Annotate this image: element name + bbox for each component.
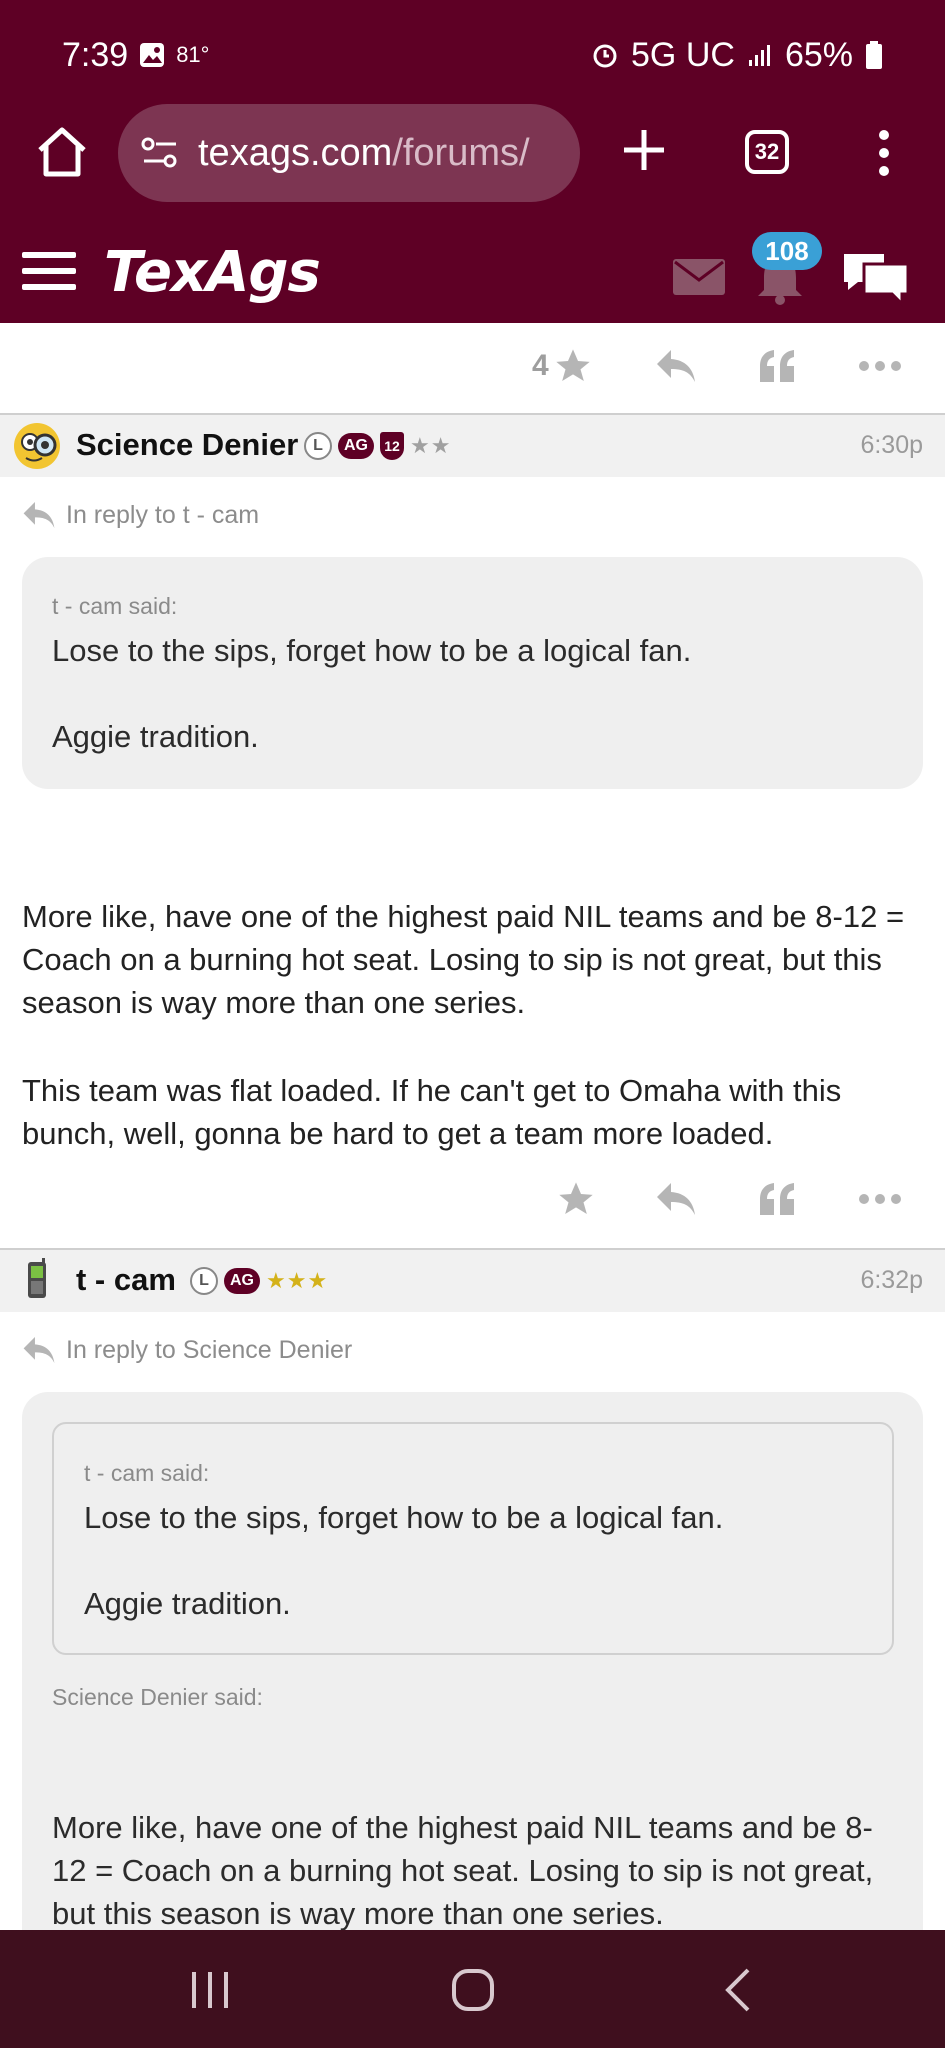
more-icon — [859, 361, 901, 371]
home-nav-icon[interactable] — [443, 1960, 503, 2020]
badge-l: L — [304, 432, 332, 460]
more-button[interactable] — [858, 343, 902, 389]
back-icon[interactable] — [710, 1960, 770, 2020]
quote-line: Aggie tradition. — [52, 719, 259, 754]
quote-line: Lose to the sips, forget how to be a log… — [52, 633, 692, 668]
post-header: Science Denier L AG 12 ★★ 6:30p — [0, 413, 945, 477]
network-label: 5G UC — [631, 35, 735, 74]
battery-icon — [866, 41, 882, 69]
notification-count-badge[interactable]: 108 — [752, 232, 822, 270]
star-count: 4 — [532, 349, 549, 382]
quote-author: t - cam said: — [84, 1460, 210, 1486]
username[interactable]: Science Denier — [76, 427, 298, 463]
post-body-paragraph: This team was flat loaded. If he can't g… — [22, 1073, 842, 1151]
post-time: 6:30p — [860, 431, 923, 459]
in-reply-link[interactable]: In reply to t - cam — [22, 500, 259, 530]
status-temp: 81° — [176, 42, 210, 67]
nested-quote-block: t - cam said: Lose to the sips, forget h… — [52, 1422, 894, 1655]
badge-ag: AG — [338, 433, 374, 459]
alarm-icon — [593, 44, 617, 68]
post-actions: 4 — [0, 323, 945, 409]
battery-percent: 65% — [784, 35, 853, 74]
in-reply-text: In reply to t - cam — [66, 500, 260, 529]
star-icon — [556, 349, 590, 381]
url-path: /forums/ — [392, 131, 530, 174]
quote-author: Science Denier said: — [52, 1684, 263, 1710]
more-button[interactable] — [858, 1176, 902, 1222]
tab-switcher-button[interactable]: 32 — [745, 130, 789, 174]
in-reply-text: In reply to Science Denier — [66, 1335, 353, 1364]
quote-button[interactable] — [758, 1176, 796, 1222]
quote-line: Aggie tradition. — [84, 1586, 291, 1621]
badge-12th-man: 12 — [380, 432, 404, 460]
badge-l: L — [190, 1267, 218, 1295]
reply-icon — [657, 1183, 695, 1215]
user-badges: L AG 12 ★★ — [304, 432, 451, 460]
site-header: TexAgs 108 — [0, 230, 945, 323]
username[interactable]: t - cam — [76, 1262, 176, 1298]
quote-author: t - cam said: — [52, 593, 178, 619]
quote-icon — [760, 350, 794, 382]
quote-body: More like, have one of the highest paid … — [52, 1810, 874, 1931]
url-domain: texags.com — [198, 131, 393, 174]
quote-block: t - cam said: Lose to the sips, forget h… — [22, 1392, 923, 1992]
star-button[interactable] — [556, 1176, 596, 1222]
status-bar-right: 5G UC 65% — [591, 30, 883, 80]
quote-icon — [760, 1183, 794, 1215]
status-time: 7:39 — [62, 35, 129, 74]
badge-ag: AG — [224, 1268, 260, 1294]
browser-menu-icon[interactable] — [868, 127, 900, 179]
reply-arrow-icon — [23, 1337, 55, 1363]
quote-line: Lose to the sips, forget how to be a log… — [84, 1500, 724, 1535]
recent-apps-icon[interactable] — [180, 1960, 240, 2020]
gallery-icon — [140, 43, 165, 67]
quote-button[interactable] — [758, 343, 796, 389]
post-header: t - cam L AG ★★★ 6:32p — [0, 1248, 945, 1312]
system-nav-bar — [0, 1930, 945, 2048]
reply-button[interactable] — [655, 1176, 697, 1222]
home-icon[interactable] — [34, 124, 90, 180]
rank-stars: ★★★ — [266, 1268, 329, 1293]
hamburger-menu-icon[interactable] — [22, 252, 76, 296]
in-reply-link[interactable]: In reply to Science Denier — [22, 1335, 352, 1365]
more-icon — [859, 1194, 901, 1204]
site-logo[interactable]: TexAgs — [104, 240, 321, 305]
post-actions — [0, 1156, 945, 1242]
chat-icon[interactable] — [840, 248, 912, 310]
site-settings-icon[interactable] — [140, 133, 180, 173]
reply-icon — [657, 350, 695, 382]
quote-block: t - cam said: Lose to the sips, forget h… — [22, 557, 923, 789]
reply-arrow-icon — [23, 502, 55, 528]
url-text: texags.com/forums/ — [198, 132, 530, 175]
star-button[interactable]: 4 — [532, 343, 593, 389]
avatar[interactable] — [12, 1256, 62, 1306]
rank-stars: ★★ — [410, 433, 452, 458]
browser-chrome: 7:39 81° 5G UC 65% texags.com/forums/ 32… — [0, 0, 945, 323]
reply-button[interactable] — [655, 343, 697, 389]
signal-icon — [748, 45, 770, 66]
avatar[interactable] — [12, 421, 62, 471]
star-icon — [559, 1182, 593, 1214]
new-tab-icon[interactable] — [620, 126, 668, 174]
post-time: 6:32p — [860, 1266, 923, 1294]
status-bar-left: 7:39 81° — [62, 30, 209, 80]
post-body-paragraph: More like, have one of the highest paid … — [22, 899, 905, 1020]
address-bar[interactable]: texags.com/forums/ — [118, 104, 580, 202]
mail-icon[interactable] — [672, 258, 726, 296]
user-badges: L AG ★★★ — [190, 1267, 328, 1295]
